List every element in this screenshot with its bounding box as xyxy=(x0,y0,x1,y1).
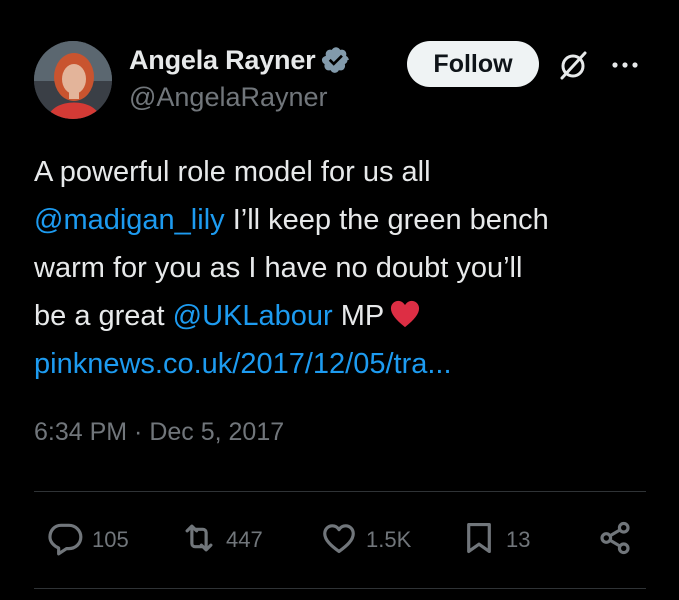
reply-button[interactable]: 105 xyxy=(46,518,129,562)
tweet-text-fragment: be a great xyxy=(34,300,173,332)
repost-count: 447 xyxy=(226,527,263,552)
bookmark-icon xyxy=(460,519,498,562)
like-button[interactable]: 1.5K xyxy=(320,518,411,562)
repost-button[interactable]: 447 xyxy=(180,518,263,562)
tweet-text-fragment: MP xyxy=(332,300,385,332)
bookmark-button[interactable]: 13 xyxy=(460,518,530,562)
grok-icon[interactable] xyxy=(555,47,591,83)
external-link[interactable]: pinknews.co.uk/2017/12/05/tra... xyxy=(34,340,654,388)
reply-icon xyxy=(46,519,84,562)
repost-icon xyxy=(180,519,218,562)
more-icon[interactable] xyxy=(610,50,640,80)
share-icon xyxy=(596,519,634,562)
mention-link[interactable]: @madigan_lily xyxy=(34,204,225,236)
reply-count: 105 xyxy=(92,527,129,552)
like-count: 1.5K xyxy=(366,527,412,552)
avatar[interactable] xyxy=(34,41,112,119)
divider xyxy=(34,491,646,492)
tweet-line: be a great @UKLabour MP xyxy=(34,292,654,340)
divider xyxy=(34,588,646,589)
follow-button[interactable]: Follow xyxy=(407,41,539,87)
handle[interactable]: @AngelaRayner xyxy=(129,82,328,113)
tweet-card: Angela Rayner @AngelaRayner Follow A pow… xyxy=(0,0,679,600)
tweet-line: A powerful role model for us all xyxy=(34,156,431,188)
timestamp[interactable]: 6:34 PM · Dec 5, 2017 xyxy=(34,418,284,447)
tweet-text: A powerful role model for us all @madiga… xyxy=(34,148,654,388)
display-name[interactable]: Angela Rayner xyxy=(129,45,316,76)
action-bar: 105 447 1.5K 13 xyxy=(0,518,679,562)
mention-link[interactable]: @UKLabour xyxy=(173,300,333,332)
share-button[interactable] xyxy=(596,518,634,562)
bookmark-count: 13 xyxy=(506,527,531,552)
red-heart-emoji xyxy=(390,296,420,328)
verified-badge-icon xyxy=(321,45,351,75)
tweet-text-fragment: I’ll keep the green bench xyxy=(224,204,549,236)
like-icon xyxy=(320,519,358,562)
author-row: Angela Rayner xyxy=(129,42,351,78)
tweet-line: warm for you as I have no doubt you’ll xyxy=(34,252,523,284)
tweet-line: @madigan_lily I’ll keep the green bench xyxy=(34,196,654,244)
